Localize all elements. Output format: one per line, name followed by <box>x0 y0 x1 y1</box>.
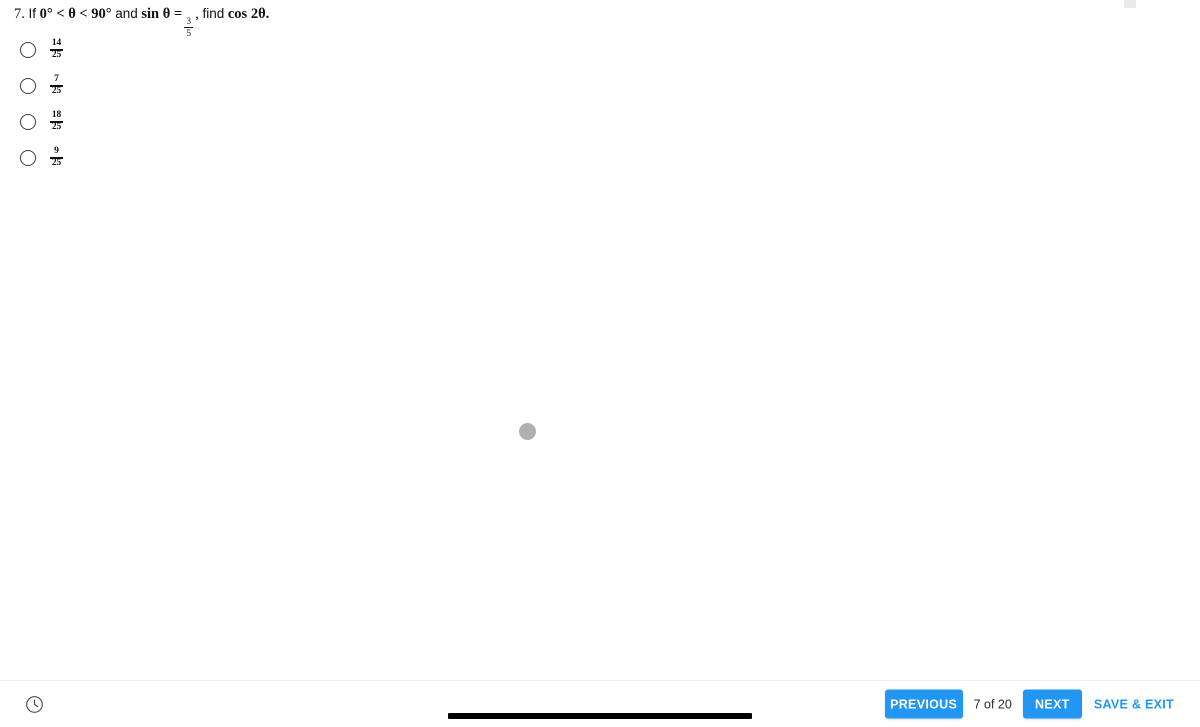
page-counter: 7 of 20 <box>973 697 1012 711</box>
answer-option-a-label: 14 25 <box>50 37 63 61</box>
option-d-fraction: 9 25 <box>50 145 63 169</box>
answer-option-b[interactable]: 7 25 <box>0 68 63 104</box>
question-trig-expression: sin θ = <box>141 6 183 22</box>
question-instruction: find <box>202 6 225 21</box>
question-angle-range: 0° < θ < 90° <box>39 6 112 22</box>
option-c-denominator: 25 <box>51 122 62 133</box>
loading-spinner <box>519 423 536 440</box>
option-c-fraction: 18 25 <box>50 109 63 133</box>
question-prefix: If <box>28 6 37 21</box>
answer-option-a[interactable]: 14 25 <box>0 32 63 68</box>
given-value-denominator: 5 <box>186 27 191 38</box>
question-number: 7. <box>14 6 25 22</box>
option-a-denominator: 25 <box>51 50 62 61</box>
clock-icon[interactable] <box>24 694 44 714</box>
option-a-numerator: 14 <box>51 37 62 48</box>
question-area: 7. If 0° < θ < 90° and sin θ = 3 5, find c… <box>0 0 1200 681</box>
radio-button-a[interactable] <box>20 42 36 58</box>
option-b-numerator: 7 <box>54 73 59 84</box>
footer-navigation: PREVIOUS 7 of 20 NEXT SAVE & EXIT <box>884 689 1186 719</box>
quiz-footer: PREVIOUS 7 of 20 NEXT SAVE & EXIT <box>0 680 1200 727</box>
progress-bar <box>448 713 752 719</box>
answer-option-d-label: 9 25 <box>50 145 63 169</box>
question-conjunction: and <box>115 6 138 21</box>
option-a-fraction: 14 25 <box>50 37 63 61</box>
radio-button-c[interactable] <box>20 114 36 130</box>
option-c-numerator: 18 <box>51 109 62 120</box>
given-value-fraction: 35 <box>184 16 194 38</box>
save-and-exit-button[interactable]: SAVE & EXIT <box>1082 690 1186 719</box>
option-d-numerator: 9 <box>54 145 59 156</box>
given-value-numerator: 3 <box>186 16 191 27</box>
option-b-denominator: 25 <box>51 86 62 97</box>
radio-button-d[interactable] <box>20 150 36 166</box>
answer-options-list: 14 25 7 25 18 25 9 25 <box>0 32 63 176</box>
radio-button-b[interactable] <box>20 78 36 94</box>
previous-button[interactable]: PREVIOUS <box>884 689 963 719</box>
question-comma: , <box>195 6 199 22</box>
answer-option-d[interactable]: 9 25 <box>0 140 63 176</box>
next-button[interactable]: NEXT <box>1022 689 1082 719</box>
answer-option-c-label: 18 25 <box>50 109 63 133</box>
option-b-fraction: 7 25 <box>50 73 63 97</box>
quiz-page: 7. If 0° < θ < 90° and sin θ = 3 5, find c… <box>0 0 1200 727</box>
question-target-expression: cos 2θ. <box>227 6 270 22</box>
option-d-denominator: 25 <box>51 158 62 169</box>
answer-option-b-label: 7 25 <box>50 73 63 97</box>
answer-option-c[interactable]: 18 25 <box>0 104 63 140</box>
